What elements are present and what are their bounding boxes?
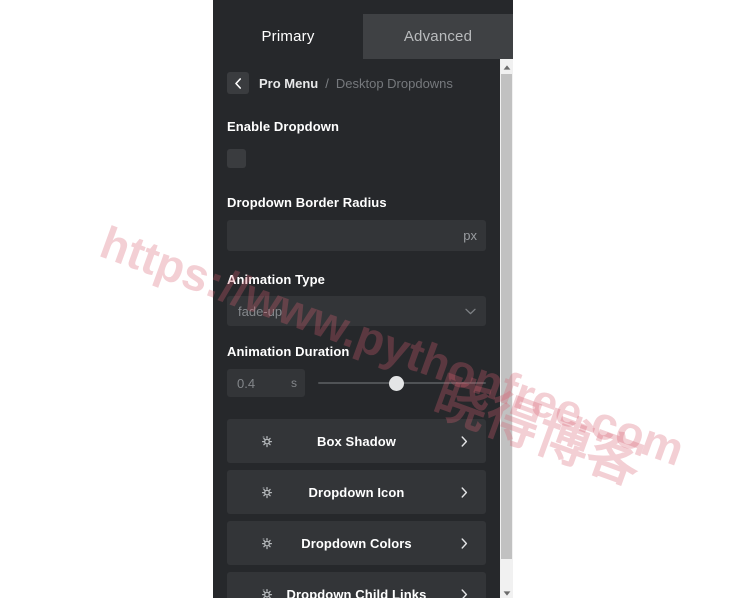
- breadcrumb: Pro Menu / Desktop Dropdowns: [213, 59, 500, 97]
- tab-advanced-label: Advanced: [403, 28, 473, 45]
- animation-duration-unit: s: [291, 376, 297, 390]
- triangle-down-icon: [503, 583, 511, 598]
- breadcrumb-separator: /: [325, 75, 329, 91]
- animation-duration-slider[interactable]: [318, 375, 486, 391]
- animation-duration-label: Animation Duration: [227, 344, 350, 359]
- animation-duration-input[interactable]: 0.4 s: [227, 369, 305, 397]
- animation-type-label: Animation Type: [227, 272, 325, 287]
- accordion-item-box-shadow[interactable]: Box Shadow: [227, 419, 486, 463]
- accordion-item-dropdown-colors[interactable]: Dropdown Colors: [227, 521, 486, 565]
- animation-duration-row: 0.4 s: [227, 369, 486, 397]
- animation-duration-control: Animation Duration 0.4 s: [213, 344, 500, 397]
- scrollbar-thumb[interactable]: [501, 74, 512, 559]
- scrollbar-up-arrow[interactable]: [500, 59, 513, 72]
- animation-duration-value: 0.4: [237, 375, 256, 391]
- chevron-right-icon: [461, 537, 468, 549]
- back-button[interactable]: [227, 72, 249, 94]
- tab-advanced[interactable]: Advanced: [363, 14, 513, 59]
- chevron-down-icon: [465, 302, 476, 320]
- slider-thumb[interactable]: [389, 376, 405, 391]
- vertical-scrollbar[interactable]: [500, 59, 513, 598]
- chevron-right-icon: [461, 435, 468, 447]
- animation-type-select[interactable]: fade-up: [227, 296, 486, 326]
- gear-icon: [260, 587, 274, 598]
- gear-icon: [260, 434, 274, 448]
- border-radius-input[interactable]: px: [227, 220, 486, 251]
- accordion-list: Box Shadow Dropdown Icon Dropdown Colors…: [213, 419, 500, 598]
- breadcrumb-parent[interactable]: Desktop Dropdowns: [336, 76, 453, 91]
- enable-dropdown-label: Enable Dropdown: [227, 119, 339, 134]
- settings-panel: Primary Advanced Pro Menu / Desktop Drop…: [213, 0, 513, 598]
- tab-primary-label: Primary: [261, 28, 315, 45]
- accordion-item-dropdown-child-links[interactable]: Dropdown Child Links: [227, 572, 486, 598]
- triangle-up-icon: [503, 57, 511, 75]
- scrollbar-down-arrow[interactable]: [500, 585, 513, 598]
- tab-primary[interactable]: Primary: [213, 14, 363, 59]
- border-radius-control: Dropdown Border Radius px: [213, 195, 500, 251]
- chevron-right-icon: [461, 588, 468, 598]
- enable-dropdown-checkbox[interactable]: [227, 149, 246, 168]
- animation-type-control: Animation Type fade-up: [213, 272, 500, 326]
- animation-type-value: fade-up: [238, 303, 283, 319]
- border-radius-label: Dropdown Border Radius: [227, 195, 387, 210]
- gear-icon: [260, 485, 274, 499]
- chevron-left-icon: [234, 77, 242, 89]
- gear-icon: [260, 536, 274, 550]
- border-radius-unit: px: [463, 228, 477, 243]
- accordion-item-dropdown-icon[interactable]: Dropdown Icon: [227, 470, 486, 514]
- tab-bar: Primary Advanced: [213, 14, 513, 59]
- enable-dropdown-control: Enable Dropdown: [213, 119, 500, 168]
- breadcrumb-current[interactable]: Pro Menu: [259, 76, 318, 91]
- chevron-right-icon: [461, 486, 468, 498]
- panel-content: Pro Menu / Desktop Dropdowns Enable Drop…: [213, 59, 500, 598]
